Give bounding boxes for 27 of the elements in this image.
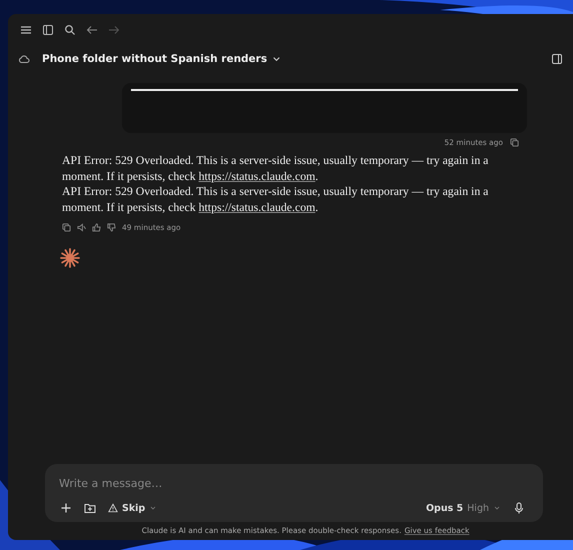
cloud-icon xyxy=(18,53,30,65)
message-composer[interactable]: Write a message… Skip Opus 5 High xyxy=(45,464,543,522)
menu-icon[interactable] xyxy=(20,24,32,36)
plus-icon[interactable] xyxy=(60,502,72,514)
back-arrow-icon[interactable] xyxy=(86,24,98,36)
error-message: API Error: 529 Overloaded. This is a server-side issue, usually temporary — try again in a moment. If it persists, check https://status.claude.com. xyxy=(62,184,490,215)
message-input[interactable]: Write a message… xyxy=(57,470,531,497)
thumbs-up-icon[interactable] xyxy=(92,223,101,232)
search-icon[interactable] xyxy=(64,24,76,36)
thumbs-down-icon[interactable] xyxy=(107,223,116,232)
warning-icon xyxy=(108,503,118,513)
folder-icon[interactable] xyxy=(84,502,96,514)
copy-icon[interactable] xyxy=(62,223,71,232)
status-link[interactable]: https://status.claude.com xyxy=(198,168,316,182)
chat-title-button[interactable]: Phone folder without Spanish renders xyxy=(38,53,268,65)
sidebar-icon[interactable] xyxy=(42,24,54,36)
copy-icon[interactable] xyxy=(510,138,519,147)
mode-button[interactable]: Skip xyxy=(108,502,158,514)
speaker-icon[interactable] xyxy=(77,223,86,232)
panel-icon[interactable] xyxy=(551,53,563,65)
spark-icon xyxy=(60,248,80,268)
model-selector[interactable]: Opus 5 High xyxy=(426,502,501,514)
chevron-down-icon xyxy=(493,504,501,512)
error-message: API Error: 529 Overloaded. This is a server-side issue, usually temporary — try again in a moment. If it persists, check https://status.claude.com. xyxy=(62,153,490,184)
status-link[interactable]: https://status.claude.com xyxy=(198,200,316,214)
microphone-icon[interactable] xyxy=(513,502,525,514)
chevron-down-icon xyxy=(149,504,158,512)
